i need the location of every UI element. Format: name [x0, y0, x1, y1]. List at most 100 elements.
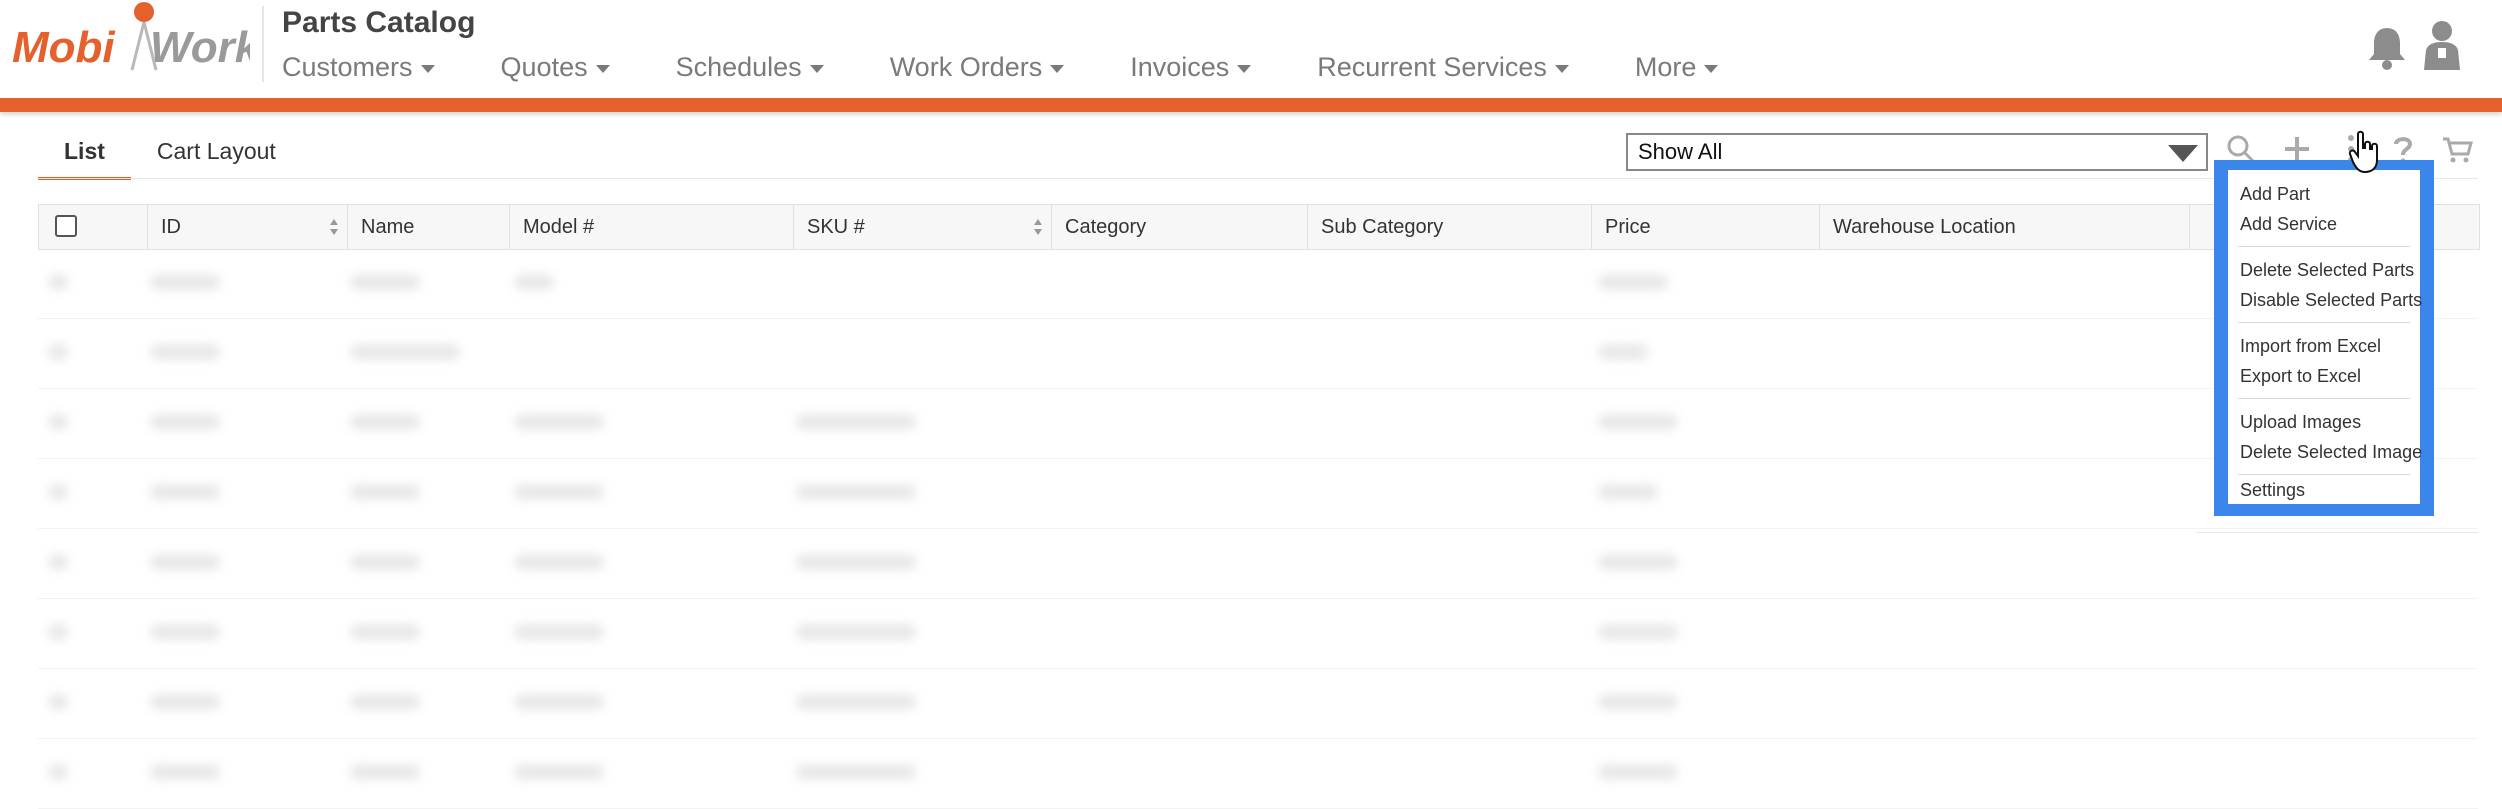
- select-all-checkbox[interactable]: [55, 215, 77, 237]
- blurred-cell: [150, 694, 220, 710]
- filter-select[interactable]: Show All: [1626, 133, 2208, 171]
- menu-add-part[interactable]: Add Part: [2240, 184, 2310, 205]
- blurred-cell: [514, 554, 604, 570]
- nav-recurrent-services[interactable]: Recurrent Services: [1317, 52, 1569, 83]
- sort-icon[interactable]: [1033, 217, 1043, 237]
- blurred-cell: [150, 484, 220, 500]
- nav-label: Customers: [282, 52, 413, 82]
- tab-cart-layout[interactable]: Cart Layout: [131, 124, 302, 180]
- sort-icon[interactable]: [329, 217, 339, 237]
- blurred-cell: [796, 414, 916, 430]
- col-id[interactable]: ID: [147, 205, 348, 249]
- table-row[interactable]: [38, 528, 2478, 599]
- blurred-cell: [150, 764, 220, 780]
- blurred-cell: [514, 764, 604, 780]
- blurred-cell: [796, 554, 916, 570]
- col-label: Price: [1605, 216, 1651, 238]
- table-row[interactable]: [38, 738, 2478, 809]
- col-label: SKU #: [807, 216, 865, 238]
- blurred-cell: [48, 344, 68, 360]
- header-divider: [262, 6, 264, 82]
- nav-label: Work Orders: [889, 52, 1043, 82]
- chevron-down-icon: [1050, 65, 1065, 73]
- page-title: Parts Catalog: [282, 6, 476, 39]
- user-icon[interactable]: [2418, 18, 2466, 72]
- blurred-cell: [796, 484, 916, 500]
- col-model[interactable]: Model #: [509, 205, 794, 249]
- blurred-cell: [796, 764, 916, 780]
- blurred-cell: [150, 274, 220, 290]
- menu-upload-images[interactable]: Upload Images: [2240, 412, 2361, 433]
- col-label: Name: [361, 216, 415, 238]
- menu-divider: [2238, 322, 2410, 323]
- menu-export-to-excel[interactable]: Export to Excel: [2240, 366, 2361, 387]
- table-row[interactable]: [38, 318, 2478, 389]
- tabs-divider: [38, 178, 2478, 179]
- blurred-cell: [1598, 624, 1678, 640]
- logo-text-right: Work: [150, 23, 250, 72]
- chevron-down-icon: [1554, 65, 1569, 73]
- table-row[interactable]: [38, 598, 2478, 669]
- nav-label: Schedules: [675, 52, 802, 82]
- blurred-cell: [48, 274, 68, 290]
- blurred-cell: [350, 274, 420, 290]
- chevron-down-icon: [809, 65, 824, 73]
- nav-label: Recurrent Services: [1317, 52, 1547, 82]
- nav-schedules[interactable]: Schedules: [676, 52, 824, 83]
- blurred-cell: [514, 624, 604, 640]
- blurred-cell: [150, 344, 220, 360]
- table-row[interactable]: [38, 248, 2478, 319]
- view-tabs: List Cart Layout: [38, 124, 302, 180]
- blurred-cell: [350, 344, 460, 360]
- blurred-cell: [514, 484, 604, 500]
- col-name[interactable]: Name: [347, 205, 510, 249]
- main-nav: Customers Quotes Schedules Work Orders I…: [282, 52, 1784, 83]
- menu-divider: [2238, 398, 2410, 399]
- blurred-cell: [1598, 764, 1678, 780]
- col-label: Sub Category: [1321, 216, 1444, 238]
- nav-customers[interactable]: Customers: [282, 52, 435, 83]
- tab-list[interactable]: List: [38, 124, 131, 180]
- menu-settings[interactable]: Settings: [2240, 480, 2305, 501]
- menu-disable-selected-parts[interactable]: Disable Selected Parts: [2240, 290, 2422, 311]
- nav-invoices[interactable]: Invoices: [1130, 52, 1252, 83]
- brand-bar: [0, 98, 2502, 112]
- menu-delete-selected-parts[interactable]: Delete Selected Parts: [2240, 260, 2414, 281]
- blurred-cell: [350, 484, 420, 500]
- menu-import-from-excel[interactable]: Import from Excel: [2240, 336, 2381, 357]
- nav-more[interactable]: More: [1635, 52, 1719, 83]
- blurred-cell: [796, 694, 916, 710]
- blurred-cell: [150, 414, 220, 430]
- blurred-cell: [514, 694, 604, 710]
- blurred-cell: [1598, 484, 1658, 500]
- table-row[interactable]: [38, 458, 2478, 529]
- blurred-cell: [48, 554, 68, 570]
- blurred-cell: [48, 694, 68, 710]
- bell-icon[interactable]: [2362, 22, 2412, 72]
- cart-icon[interactable]: [2440, 132, 2474, 166]
- col-label: Warehouse Location: [1833, 216, 2016, 238]
- logo-text-left: Mobi: [12, 23, 115, 72]
- col-sub-category[interactable]: Sub Category: [1307, 205, 1592, 249]
- menu-delete-selected-image[interactable]: Delete Selected Image: [2240, 442, 2422, 463]
- nav-work-orders[interactable]: Work Orders: [890, 52, 1065, 83]
- blurred-cell: [48, 624, 68, 640]
- nav-quotes[interactable]: Quotes: [501, 52, 610, 83]
- col-label: Category: [1065, 216, 1147, 238]
- col-label: Model #: [523, 216, 595, 238]
- hand-cursor-icon: [2348, 130, 2378, 174]
- menu-divider: [2238, 246, 2410, 247]
- col-price[interactable]: Price: [1591, 205, 1820, 249]
- table-row[interactable]: [38, 388, 2478, 459]
- menu-bottom-edge: [2196, 532, 2478, 533]
- mobiwork-logo[interactable]: Mobi Work: [10, 0, 250, 84]
- col-sku[interactable]: SKU #: [793, 205, 1052, 249]
- select-all-cell: [39, 205, 148, 249]
- col-warehouse-location[interactable]: Warehouse Location: [1819, 205, 2190, 249]
- blurred-cell: [150, 554, 220, 570]
- menu-add-service[interactable]: Add Service: [2240, 214, 2337, 235]
- actions-menu: Add Part Add Service Delete Selected Par…: [2228, 170, 2422, 504]
- table-row[interactable]: [38, 668, 2478, 739]
- col-category[interactable]: Category: [1051, 205, 1308, 249]
- chevron-down-icon: [420, 65, 435, 73]
